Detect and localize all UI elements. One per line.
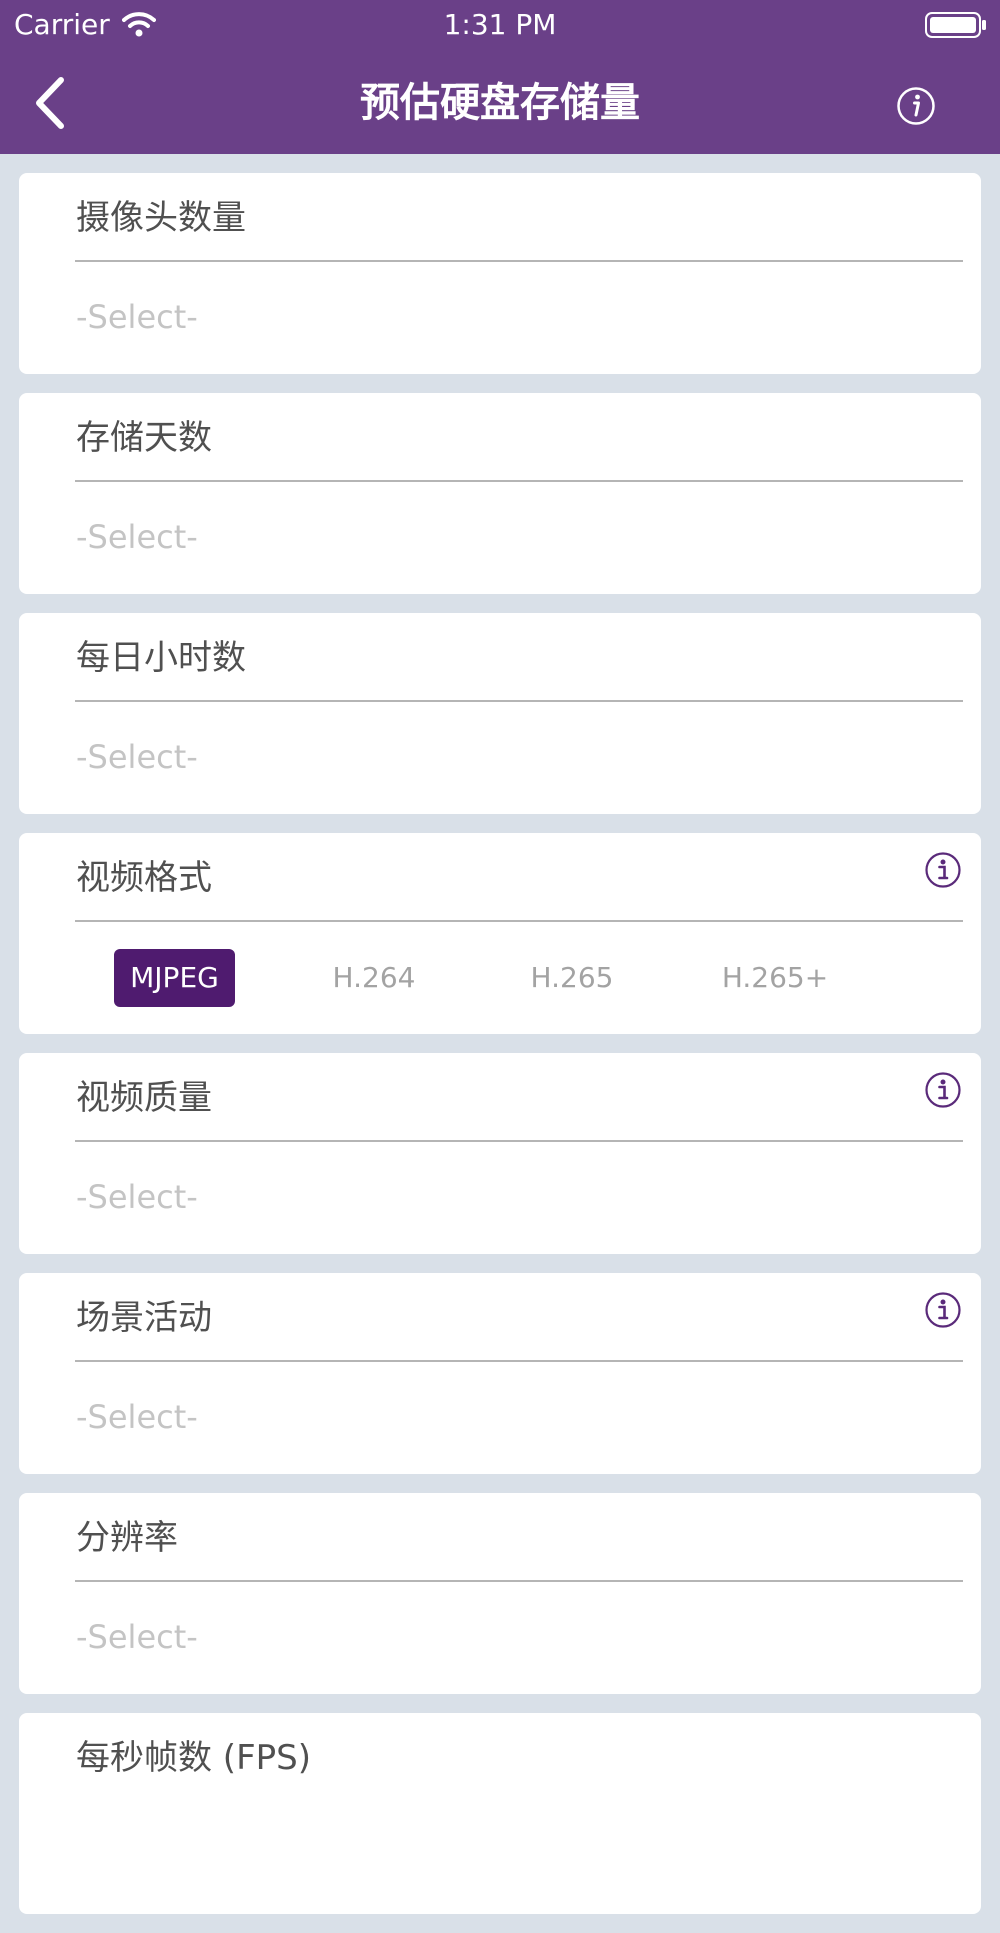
video-quality-select[interactable]: -Select- — [76, 1177, 198, 1217]
page-title: 预估硬盘存储量 — [360, 80, 640, 126]
format-option-mjpeg[interactable]: MJPEG — [114, 949, 235, 1007]
scene-activity-card: 场景活动 -Select- — [19, 1273, 981, 1474]
divider — [75, 260, 963, 262]
camera-count-label: 摄像头数量 — [76, 198, 246, 238]
camera-count-select[interactable]: -Select- — [76, 297, 198, 337]
format-option-h265[interactable]: H.265 — [507, 949, 637, 1007]
resolution-card: 分辨率 -Select- — [19, 1493, 981, 1694]
divider — [75, 700, 963, 702]
fps-label: 每秒帧数 (FPS) — [76, 1738, 311, 1778]
scene-activity-label: 场景活动 — [76, 1298, 212, 1338]
status-time: 1:31 PM — [443, 8, 557, 41]
navigation-bar: 预估硬盘存储量 — [0, 60, 1000, 146]
divider — [75, 1580, 963, 1582]
video-quality-label: 视频质量 — [76, 1078, 212, 1118]
divider — [75, 1140, 963, 1142]
video-quality-card: 视频质量 -Select- — [19, 1053, 981, 1254]
info-icon[interactable] — [924, 1291, 962, 1329]
hours-per-day-select[interactable]: -Select- — [76, 737, 198, 777]
storage-days-select[interactable]: -Select- — [76, 517, 198, 557]
scene-activity-select[interactable]: -Select- — [76, 1397, 198, 1437]
storage-days-label: 存储天数 — [76, 418, 212, 458]
divider — [75, 1360, 963, 1362]
info-icon — [897, 87, 935, 125]
top-bar: Carrier 1:31 PM 预估硬盘存储量 — [0, 0, 1000, 154]
hours-per-day-label: 每日小时数 — [76, 638, 246, 678]
info-button[interactable] — [890, 80, 942, 132]
form-cards: 摄像头数量 -Select- 存储天数 -Select- 每日小时数 -Sele… — [19, 173, 981, 1933]
divider — [75, 480, 963, 482]
battery-icon — [925, 12, 986, 38]
video-format-segmented-control: MJPEG H.264 H.265 H.265+ — [19, 949, 981, 1009]
video-format-label: 视频格式 — [76, 858, 212, 898]
camera-count-card: 摄像头数量 -Select- — [19, 173, 981, 374]
storage-days-card: 存储天数 -Select- — [19, 393, 981, 594]
resolution-select[interactable]: -Select- — [76, 1617, 198, 1657]
fps-card: 每秒帧数 (FPS) — [19, 1713, 981, 1914]
format-option-h264[interactable]: H.264 — [309, 949, 439, 1007]
format-option-h265-plus[interactable]: H.265+ — [700, 949, 850, 1007]
hours-per-day-card: 每日小时数 -Select- — [19, 613, 981, 814]
info-icon[interactable] — [924, 851, 962, 889]
video-format-card: 视频格式 MJPEG H.264 H.265 H.265+ — [19, 833, 981, 1034]
info-icon[interactable] — [924, 1071, 962, 1109]
resolution-label: 分辨率 — [76, 1518, 178, 1558]
divider — [75, 920, 963, 922]
status-bar: Carrier 1:31 PM — [0, 0, 1000, 50]
